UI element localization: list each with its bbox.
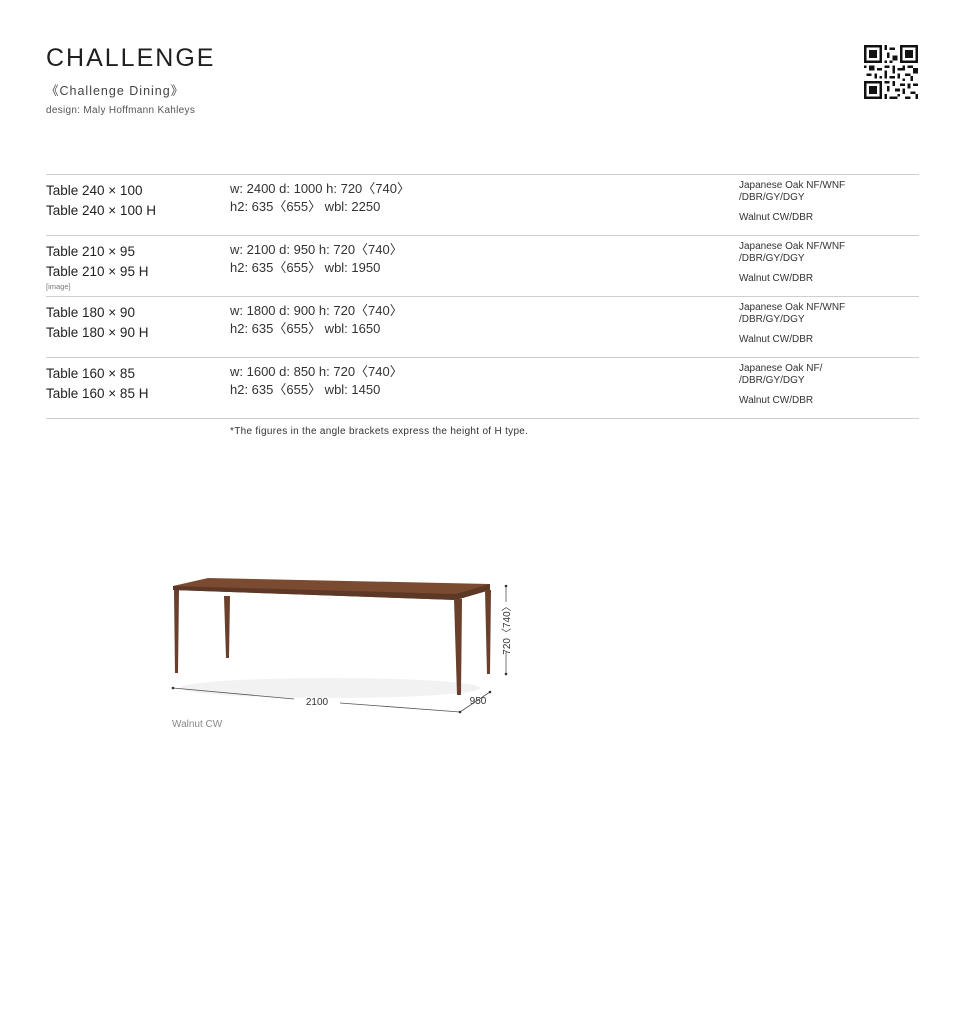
dimension-line: w: 2400 d: 1000 h: 720〈740〉 <box>230 181 410 196</box>
dimensions: w: 1600 d: 850 h: 720〈740〉 h2: 635〈655〉 … <box>230 363 403 399</box>
model-name-h: Table 180 × 90 H <box>46 325 149 340</box>
width-dimension-line <box>339 702 461 713</box>
finish-oak-colors: /DBR/GY/DGY <box>739 191 805 203</box>
dimension-line: h2: 635〈655〉 wbl: 1950 <box>230 260 381 275</box>
model-names: Table 160 × 85 Table 160 × 85 H <box>46 364 148 404</box>
spec-row: Table 180 × 90 Table 180 × 90 H w: 1800 … <box>46 296 919 357</box>
dimension-line: w: 2100 d: 950 h: 720〈740〉 <box>230 242 403 257</box>
model-name: Table 240 × 100 <box>46 183 143 198</box>
dimension-line: h2: 635〈655〉 wbl: 1650 <box>230 321 381 336</box>
page-subtitle: 《Challenge Dining》 <box>46 84 185 98</box>
finish-oak-colors: /DBR/GY/DGY <box>739 374 805 386</box>
dimension-line: h2: 635〈655〉 wbl: 1450 <box>230 382 381 397</box>
finish-walnut: Walnut CW/DBR <box>739 273 814 284</box>
table-shadow <box>180 678 480 698</box>
designer-credit: design: Maly Hoffmann Kahleys <box>46 105 196 116</box>
dimension-line: h2: 635〈655〉 wbl: 2250 <box>230 199 381 214</box>
model-name: Table 160 × 85 <box>46 366 135 381</box>
dimensions: w: 2400 d: 1000 h: 720〈740〉 h2: 635〈655〉… <box>230 180 410 216</box>
product-caption: Walnut CW <box>172 719 223 730</box>
finish-oak: Japanese Oak NF/WNF <box>739 302 846 313</box>
spec-table: Table 240 × 100 Table 240 × 100 H w: 240… <box>46 174 919 419</box>
spec-row: Table 240 × 100 Table 240 × 100 H w: 240… <box>46 174 919 235</box>
finish-oak: Japanese Oak NF/WNF <box>739 241 846 252</box>
qr-code-icon[interactable] <box>864 45 918 99</box>
model-name-h: Table 240 × 100 H <box>46 203 156 218</box>
model-names: Table 240 × 100 Table 240 × 100 H <box>46 181 156 221</box>
footnote: *The figures in the angle brackets expre… <box>230 426 529 437</box>
image-tag: [image] <box>46 282 71 291</box>
table-leg <box>224 596 230 658</box>
model-name-h: Table 210 × 95 H <box>46 264 149 279</box>
table-leg <box>174 590 179 673</box>
width-dimension-label: 2100 <box>306 697 329 708</box>
dimension-dot <box>504 672 508 676</box>
table-leg <box>485 590 491 674</box>
height-dimension-label: 720〈740〉 <box>501 601 513 654</box>
model-name: Table 180 × 90 <box>46 305 135 320</box>
dimension-dot <box>171 686 175 690</box>
product-illustration: 2100 950 720〈740〉 <box>171 578 513 714</box>
dimension-line: w: 1800 d: 900 h: 720〈740〉 <box>230 303 403 318</box>
dimension-dot <box>488 690 492 694</box>
dimension-line: w: 1600 d: 850 h: 720〈740〉 <box>230 364 403 379</box>
finish-oak-colors: /DBR/GY/DGY <box>739 252 805 264</box>
page-title: CHALLENGE <box>46 44 216 72</box>
finishes: Japanese Oak NF/ /DBR/GY/DGY Walnut CW/D… <box>739 363 822 407</box>
depth-dimension-label: 950 <box>470 696 487 707</box>
finishes: Japanese Oak NF/WNF /DBR/GY/DGY Walnut C… <box>739 241 845 285</box>
model-names: Table 180 × 90 Table 180 × 90 H <box>46 303 148 343</box>
spec-row: Table 160 × 85 Table 160 × 85 H w: 1600 … <box>46 357 919 419</box>
finish-oak: Japanese Oak NF/WNF <box>739 180 846 191</box>
finish-oak-colors: /DBR/GY/DGY <box>739 313 805 325</box>
table-leg <box>454 599 462 695</box>
model-name: Table 210 × 95 <box>46 244 135 259</box>
dimensions: w: 1800 d: 900 h: 720〈740〉 h2: 635〈655〉 … <box>230 302 403 338</box>
finish-walnut: Walnut CW/DBR <box>739 334 814 345</box>
finishes: Japanese Oak NF/WNF /DBR/GY/DGY Walnut C… <box>739 302 845 346</box>
model-names: Table 210 × 95 Table 210 × 95 H [image] <box>46 242 148 292</box>
finish-walnut: Walnut CW/DBR <box>739 212 814 223</box>
dimensions: w: 2100 d: 950 h: 720〈740〉 h2: 635〈655〉 … <box>230 241 403 277</box>
finish-oak: Japanese Oak NF/ <box>739 363 823 374</box>
finish-walnut: Walnut CW/DBR <box>739 395 814 406</box>
dimension-dot <box>504 584 508 588</box>
model-name-h: Table 160 × 85 H <box>46 386 149 401</box>
finishes: Japanese Oak NF/WNF /DBR/GY/DGY Walnut C… <box>739 180 845 224</box>
dimension-dot <box>458 710 462 714</box>
spec-row: Table 210 × 95 Table 210 × 95 H [image] … <box>46 235 919 296</box>
